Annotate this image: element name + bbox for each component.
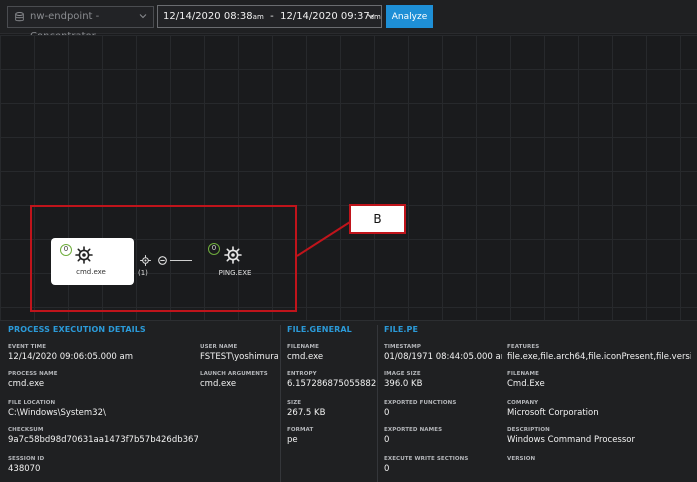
checksum-label: CHECKSUM (8, 427, 44, 433)
image-size-label: IMAGE SIZE (384, 371, 421, 377)
column-divider (377, 325, 378, 482)
timestamp-value: 01/08/1971 08:44:05.000 am (384, 352, 502, 362)
process-gear-icon (75, 246, 93, 264)
session-id-label: SESSION ID (8, 456, 45, 462)
user-name-value: FSTEST\yoshimura (200, 352, 278, 362)
filename-label: FILENAME (287, 344, 319, 350)
description-value: Windows Command Processor (507, 435, 635, 445)
section-title-file-general: FILE.GENERAL (287, 325, 352, 334)
timestamp-label: TIMESTAMP (384, 344, 421, 350)
node-name: PING.EXE (218, 269, 252, 277)
execute-write-sections-value: 0 (384, 464, 390, 474)
node-event-count: 0 (60, 244, 72, 256)
user-name-label: USER NAME (200, 344, 238, 350)
time-separator: - (270, 11, 274, 22)
file-location-label: FILE LOCATION (8, 400, 56, 406)
analyze-button[interactable]: Analyze (386, 5, 433, 28)
format-value: pe (287, 435, 298, 445)
filename-value: cmd.exe (287, 352, 324, 362)
process-node-cmd[interactable]: 0 cmd.exe (51, 238, 134, 285)
collapse-icon[interactable] (158, 256, 167, 265)
entropy-value: 6.157286875055882 (287, 379, 376, 389)
entropy-label: ENTROPY (287, 371, 317, 377)
edge-event-count: (1) (138, 269, 148, 277)
time-end-date: 12/14/2020 (280, 11, 338, 22)
pe-filename-label: FILENAME (507, 371, 539, 377)
exported-functions-value: 0 (384, 408, 390, 418)
node-name: cmd.exe (76, 268, 106, 276)
size-label: SIZE (287, 400, 302, 406)
time-start-time: 08:38 (223, 11, 253, 22)
node-event-count: 0 (208, 243, 220, 255)
exported-functions-label: EXPORTED FUNCTIONS (384, 400, 457, 406)
edge-line (170, 260, 192, 261)
time-start-ampm: am (252, 13, 264, 21)
execute-write-sections-label: EXECUTE WRITE SECTIONS (384, 456, 469, 462)
features-label: FEATURES (507, 344, 540, 350)
process-name-label: PROCESS NAME (8, 371, 58, 377)
top-toolbar: nw-endpoint - Concentrator 12/14/2020 08… (0, 0, 697, 42)
section-title-process-execution: PROCESS EXECUTION DETAILS (8, 325, 146, 334)
size-value: 267.5 KB (287, 408, 326, 418)
callout-label: B (349, 204, 406, 234)
time-start-date: 12/14/2020 (163, 11, 221, 22)
launch-arguments-label: LAUNCH ARGUMENTS (200, 371, 268, 377)
process-analyzer-view: nw-endpoint - Concentrator 12/14/2020 08… (0, 0, 697, 482)
edge-event-icon[interactable] (140, 255, 151, 266)
process-gear-icon (224, 246, 242, 264)
features-value: file.exe,file.arch64,file.iconPresent,fi… (507, 352, 691, 362)
time-range-picker[interactable]: 12/14/2020 08:38am - 12/14/2020 09:37am (157, 5, 382, 28)
chevron-down-icon (367, 14, 375, 19)
column-divider (280, 325, 281, 482)
event-time-label: EVENT TIME (8, 344, 47, 350)
session-id-value: 438070 (8, 464, 41, 474)
file-location-value: C:\Windows\System32\ (8, 408, 106, 418)
company-label: COMPANY (507, 400, 539, 406)
pe-filename-value: Cmd.Exe (507, 379, 545, 389)
section-title-file-pe: FILE.PE (384, 325, 419, 334)
database-icon (15, 12, 24, 22)
checksum-value: 9a7c58bd98d70631aa1473f7b57b426db367... (8, 435, 198, 445)
version-label: VERSION (507, 456, 536, 462)
exported-names-label: EXPORTED NAMES (384, 427, 443, 433)
exported-names-value: 0 (384, 435, 390, 445)
image-size-value: 396.0 KB (384, 379, 423, 389)
launch-arguments-value: cmd.exe (200, 379, 237, 389)
event-time-value: 12/14/2020 09:06:05.000 am (8, 352, 133, 362)
format-label: FORMAT (287, 427, 314, 433)
description-label: DESCRIPTION (507, 427, 550, 433)
service-select[interactable]: nw-endpoint - Concentrator (7, 6, 154, 42)
chevron-down-icon (139, 14, 147, 19)
process-name-value: cmd.exe (8, 379, 45, 389)
company-value: Microsoft Corporation (507, 408, 599, 418)
details-panel (0, 320, 697, 482)
